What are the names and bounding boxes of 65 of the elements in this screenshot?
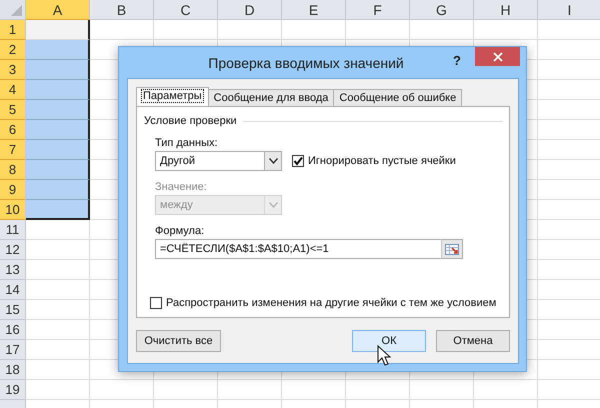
row-header[interactable]: 2 — [0, 40, 26, 60]
tab[interactable]: Параметры — [136, 87, 209, 106]
select-all-corner[interactable] — [0, 0, 26, 20]
row-header[interactable]: 10 — [0, 200, 26, 220]
range-select-icon — [445, 244, 459, 254]
chevron-down-icon — [268, 202, 278, 208]
row-header[interactable]: 1 — [0, 20, 26, 40]
row-header[interactable]: 4 — [0, 80, 26, 100]
grid-cell[interactable] — [26, 40, 90, 60]
grid-cell[interactable] — [26, 20, 90, 40]
column-header[interactable]: G — [410, 0, 474, 20]
grid-cell[interactable] — [26, 120, 90, 140]
range-select-button[interactable] — [441, 239, 463, 259]
row-header[interactable]: 12 — [0, 240, 26, 260]
group-title: Условие проверки — [144, 115, 237, 127]
column-header[interactable]: C — [154, 0, 218, 20]
mouse-pointer-icon — [377, 345, 391, 367]
row-header[interactable]: 18 — [0, 360, 26, 380]
row-header[interactable]: 7 — [0, 140, 26, 160]
formula-field[interactable]: =СЧЁТЕСЛИ($A$1:$A$10;A1)<=1 — [155, 239, 441, 259]
grid-cell[interactable] — [26, 140, 90, 160]
column-header[interactable]: E — [282, 0, 346, 20]
row-header[interactable]: 19 — [0, 380, 26, 400]
window-title: Проверка вводимых значений — [207, 54, 405, 71]
grid-cell[interactable] — [26, 180, 90, 200]
row-header[interactable]: 13 — [0, 260, 26, 280]
column-header[interactable]: H — [474, 0, 538, 20]
close-button[interactable] — [475, 47, 520, 66]
row-header[interactable]: 6 — [0, 120, 26, 140]
row-header[interactable]: 14 — [0, 280, 26, 300]
field-label: Формула: — [155, 225, 206, 237]
dialog-button[interactable]: Очистить все — [136, 330, 221, 352]
grid-cell[interactable] — [26, 100, 90, 120]
triangle-icon — [11, 5, 22, 16]
grid-cell[interactable] — [26, 60, 90, 80]
help-button[interactable]: ? — [453, 53, 461, 68]
checkbox[interactable] — [292, 155, 304, 167]
field-label: Значение: — [155, 181, 208, 193]
dialog-button[interactable]: ОК — [352, 330, 426, 352]
grid-cell[interactable] — [26, 160, 90, 180]
row-header[interactable]: 8 — [0, 160, 26, 180]
column-header[interactable]: F — [346, 0, 410, 20]
dialog-button[interactable]: Отмена — [436, 330, 510, 352]
column-header[interactable]: D — [218, 0, 282, 20]
row-header[interactable]: 11 — [0, 220, 26, 240]
tab[interactable]: Сообщение для ввода — [208, 89, 334, 106]
field-label: Тип данных: — [155, 137, 219, 149]
row-header[interactable]: 5 — [0, 100, 26, 120]
row-header[interactable]: 3 — [0, 60, 26, 80]
data-type-dropdown[interactable]: Другой — [155, 151, 282, 171]
tab[interactable]: Сообщение об ошибке — [333, 89, 462, 106]
checkbox[interactable] — [150, 297, 162, 309]
column-header[interactable]: A — [26, 0, 90, 20]
close-icon — [492, 52, 502, 62]
row-header[interactable]: 16 — [0, 320, 26, 340]
checkbox-label: Распространить изменения на другие ячейки с тем же условием — [166, 297, 496, 309]
row-header[interactable]: 9 — [0, 180, 26, 200]
chevron-down-icon — [268, 158, 278, 164]
checkbox-label: Игнорировать пустые ячейки — [308, 155, 456, 167]
grid-cell[interactable] — [26, 80, 90, 100]
row-header[interactable]: 15 — [0, 300, 26, 320]
column-header[interactable]: I — [538, 0, 600, 20]
column-header[interactable]: B — [90, 0, 154, 20]
row-header[interactable]: 17 — [0, 340, 26, 360]
grid-cell[interactable] — [26, 200, 90, 220]
